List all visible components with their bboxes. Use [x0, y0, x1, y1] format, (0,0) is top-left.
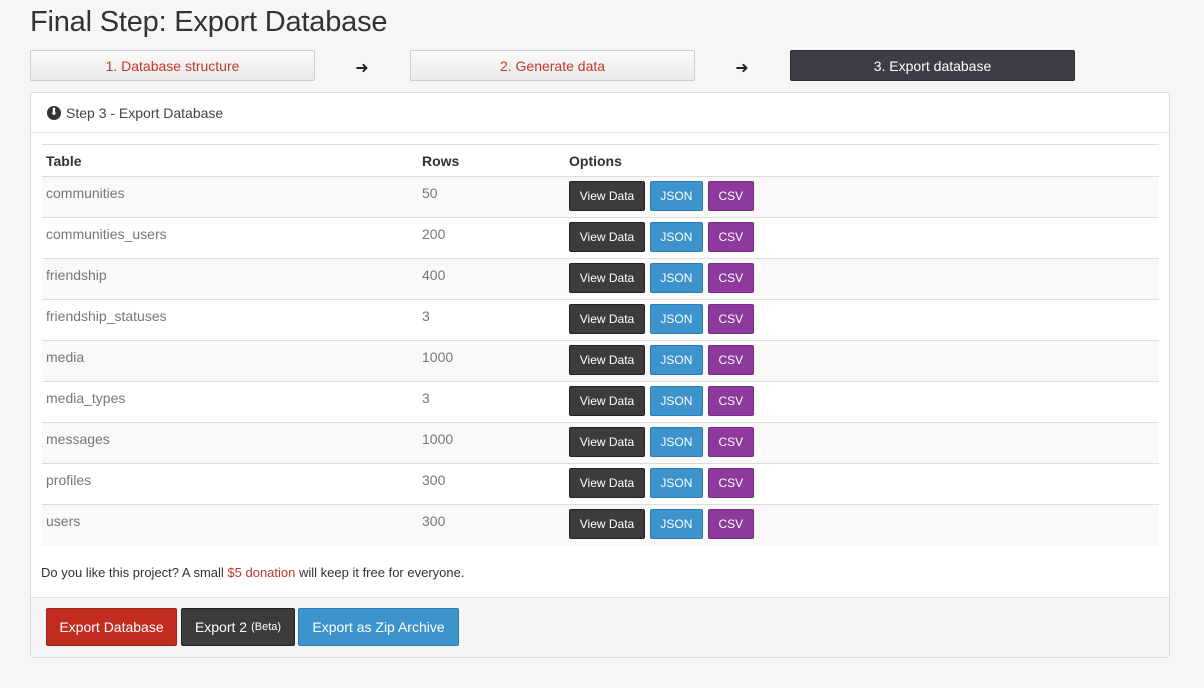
view-data-button[interactable]: View Data: [569, 345, 645, 375]
export-zip-button[interactable]: Export as Zip Archive: [298, 608, 459, 646]
view-data-button[interactable]: View Data: [569, 509, 645, 539]
row-count: 1000: [418, 422, 565, 464]
row-count: 1000: [418, 340, 565, 382]
beta-badge: (Beta): [251, 621, 282, 633]
row-options: View Data JSON CSV: [565, 381, 1159, 423]
json-button[interactable]: JSON: [649, 181, 703, 211]
table-name: messages: [42, 422, 418, 464]
json-button[interactable]: JSON: [649, 222, 703, 252]
row-count: 300: [418, 463, 565, 505]
table-row: users 300 View Data JSON CSV: [42, 504, 1159, 546]
csv-button[interactable]: CSV: [707, 263, 754, 293]
csv-button[interactable]: CSV: [707, 386, 754, 416]
header-options: Options: [565, 144, 1159, 177]
header-rows: Rows: [418, 144, 565, 177]
export-2-label: Export 2: [194, 619, 248, 635]
row-count: 200: [418, 217, 565, 259]
row-count: 3: [418, 381, 565, 423]
row-options: View Data JSON CSV: [565, 299, 1159, 341]
row-count: 400: [418, 258, 565, 300]
table-name: friendship_statuses: [42, 299, 418, 341]
export-database-button[interactable]: Export Database: [46, 608, 177, 646]
table-name: communities: [42, 176, 418, 218]
row-count: 3: [418, 299, 565, 341]
row-options: View Data JSON CSV: [565, 504, 1159, 546]
table-name: profiles: [42, 463, 418, 505]
table-row: communities 50 View Data JSON CSV: [42, 176, 1159, 218]
json-button[interactable]: JSON: [649, 509, 703, 539]
csv-button[interactable]: CSV: [707, 181, 754, 211]
table-row: profiles 300 View Data JSON CSV: [42, 463, 1159, 505]
export-2-button[interactable]: Export 2 (Beta): [181, 608, 295, 646]
csv-button[interactable]: CSV: [707, 468, 754, 498]
export-panel: ⬇ Step 3 - Export Database Table Rows Op…: [30, 92, 1170, 658]
view-data-button[interactable]: View Data: [569, 222, 645, 252]
step-export-database[interactable]: 3. Export database: [790, 50, 1075, 81]
json-button[interactable]: JSON: [649, 263, 703, 293]
table-row: messages 1000 View Data JSON CSV: [42, 422, 1159, 464]
table-row: media_types 3 View Data JSON CSV: [42, 381, 1159, 423]
csv-button[interactable]: CSV: [707, 304, 754, 334]
table-name: media_types: [42, 381, 418, 423]
view-data-button[interactable]: View Data: [569, 468, 645, 498]
step-database-structure[interactable]: 1. Database structure: [30, 50, 315, 81]
view-data-button[interactable]: View Data: [569, 427, 645, 457]
download-circle-icon: ⬇: [47, 105, 61, 120]
row-options: View Data JSON CSV: [565, 422, 1159, 464]
csv-button[interactable]: CSV: [707, 222, 754, 252]
json-button[interactable]: JSON: [649, 386, 703, 416]
donation-link[interactable]: $5 donation: [227, 565, 295, 580]
view-data-button[interactable]: View Data: [569, 263, 645, 293]
panel-footer: Export Database Export 2 (Beta) Export a…: [31, 597, 1169, 657]
row-options: View Data JSON CSV: [565, 217, 1159, 259]
donation-message: Do you like this project? A small $5 don…: [41, 565, 464, 580]
right-arrow-icon: ➜: [735, 60, 749, 77]
row-options: View Data JSON CSV: [565, 176, 1159, 218]
table-header-row: Table Rows Options: [42, 144, 1159, 177]
table-name: users: [42, 504, 418, 546]
panel-heading: ⬇ Step 3 - Export Database: [31, 93, 1169, 133]
row-count: 300: [418, 504, 565, 546]
table-name: friendship: [42, 258, 418, 300]
json-button[interactable]: JSON: [649, 304, 703, 334]
json-button[interactable]: JSON: [649, 468, 703, 498]
tables-list: Table Rows Options communities 50 View Dat…: [42, 144, 1159, 546]
row-count: 50: [418, 176, 565, 218]
row-options: View Data JSON CSV: [565, 258, 1159, 300]
json-button[interactable]: JSON: [649, 345, 703, 375]
panel-heading-text: Step 3 - Export Database: [66, 104, 224, 121]
table-row: media 1000 View Data JSON CSV: [42, 340, 1159, 382]
row-options: View Data JSON CSV: [565, 463, 1159, 505]
row-options: View Data JSON CSV: [565, 340, 1159, 382]
donation-text-before: Do you like this project? A small: [41, 565, 228, 580]
csv-button[interactable]: CSV: [707, 427, 754, 457]
json-button[interactable]: JSON: [649, 427, 703, 457]
table-row: communities_users 200 View Data JSON CSV: [42, 217, 1159, 259]
right-arrow-icon: ➜: [355, 60, 369, 77]
csv-button[interactable]: CSV: [707, 509, 754, 539]
table-row: friendship_statuses 3 View Data JSON CSV: [42, 299, 1159, 341]
table-name: communities_users: [42, 217, 418, 259]
header-table: Table: [42, 144, 418, 177]
donation-text-after: will keep it free for everyone.: [295, 565, 465, 580]
view-data-button[interactable]: View Data: [569, 304, 645, 334]
table-name: media: [42, 340, 418, 382]
view-data-button[interactable]: View Data: [569, 181, 645, 211]
page-title: Final Step: Export Database: [30, 6, 388, 38]
csv-button[interactable]: CSV: [707, 345, 754, 375]
view-data-button[interactable]: View Data: [569, 386, 645, 416]
step-generate-data[interactable]: 2. Generate data: [410, 50, 695, 81]
table-row: friendship 400 View Data JSON CSV: [42, 258, 1159, 300]
